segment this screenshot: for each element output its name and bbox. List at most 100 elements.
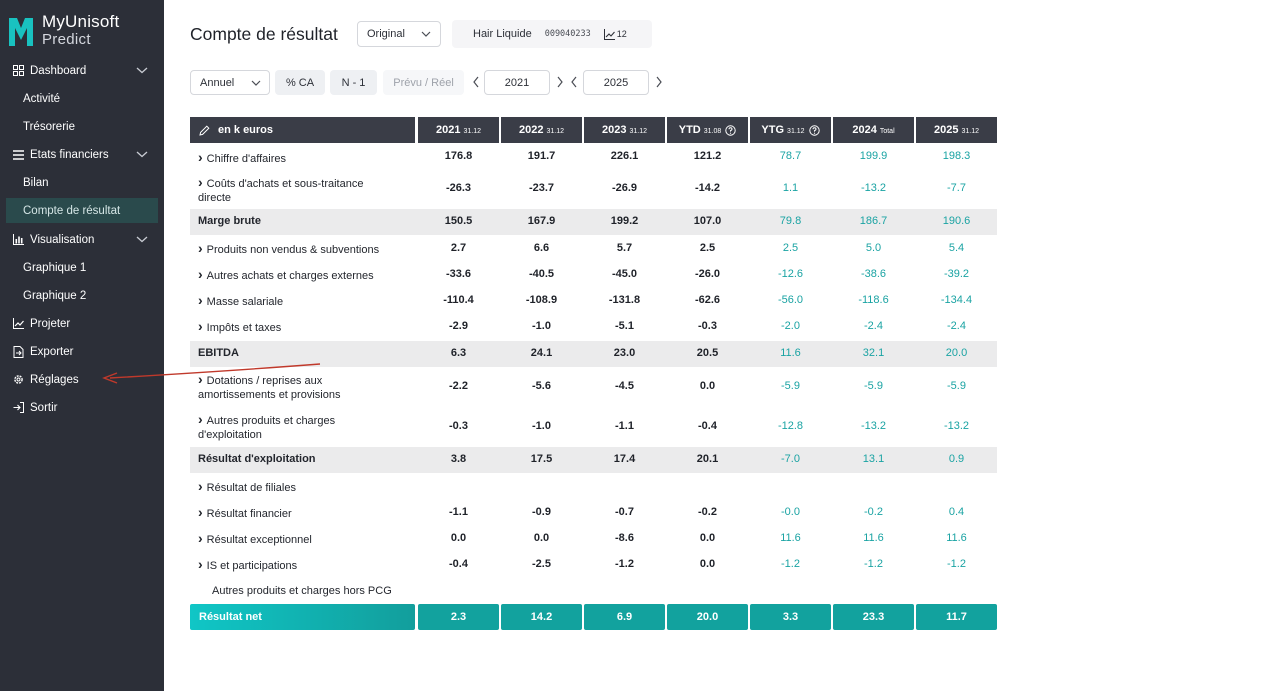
chevron-right-icon[interactable]: › xyxy=(198,531,203,545)
table-cell: 1.1 xyxy=(782,182,799,194)
chevron-right-icon[interactable]: › xyxy=(198,175,203,189)
table-row-label[interactable]: › Produits non vendus & subventions xyxy=(198,241,413,258)
net-result-cell: 11.7 xyxy=(916,604,997,630)
chevron-right-icon[interactable]: › xyxy=(198,372,203,386)
table-cell: 13.1 xyxy=(862,453,885,465)
help-icon[interactable] xyxy=(808,124,820,136)
column-header[interactable]: YTD 31.08 xyxy=(667,117,748,143)
nav-dashboard[interactable]: Dashboard xyxy=(0,58,164,83)
table-cell: -2.5 xyxy=(532,558,551,570)
column-header[interactable]: 2024 Total xyxy=(833,117,914,143)
table-row-label[interactable]: › IS et participations xyxy=(198,557,413,574)
table-cell: -26.0 xyxy=(694,268,721,280)
period-select[interactable]: Annuel xyxy=(190,70,270,95)
prevu-reel-toggle[interactable]: Prévu / Réel xyxy=(383,70,464,95)
app-logo[interactable]: MyUnisoft Predict xyxy=(7,12,157,52)
table-row-label[interactable]: › Autres produits et charges d'exploitati… xyxy=(198,412,388,442)
table-cell: -0.3 xyxy=(449,420,468,432)
table-cell: 20.5 xyxy=(696,347,719,359)
table-cell: 190.6 xyxy=(942,215,971,227)
page-title: Compte de résultat xyxy=(190,24,338,44)
chevron-right-icon[interactable]: › xyxy=(198,267,203,281)
chevron-down-icon[interactable] xyxy=(136,65,148,75)
column-header[interactable]: YTG 31.12 xyxy=(750,117,831,143)
table-row-label[interactable]: › Dotations / reprises aux amortissements… xyxy=(198,372,388,402)
nav-etats-financiers[interactable]: Etats financiers xyxy=(0,142,164,167)
row-label-text: Dotations / reprises aux amortissements … xyxy=(198,375,341,401)
company-count-value: 12 xyxy=(616,29,627,39)
table-cell: -0.4 xyxy=(449,558,468,570)
chevron-right-icon[interactable]: › xyxy=(198,557,203,571)
table-cell: 186.7 xyxy=(859,215,888,227)
column-header[interactable]: 2023 31.12 xyxy=(584,117,665,143)
table-row-label[interactable]: › Résultat de filiales xyxy=(198,479,413,496)
subtotal-row-label: Résultat d'exploitation xyxy=(198,453,413,467)
chevron-down-icon[interactable] xyxy=(136,234,148,244)
app-name: MyUnisoft xyxy=(42,12,120,31)
column-header[interactable]: 2022 31.12 xyxy=(501,117,582,143)
table-row-label[interactable]: › Autres achats et charges externes xyxy=(198,267,413,284)
nav-tresorerie-label: Trésorerie xyxy=(23,120,75,133)
nav-graphique-2[interactable]: Graphique 2 xyxy=(0,283,164,308)
column-header-date: 31.12 xyxy=(546,127,564,135)
chevron-right-icon[interactable]: › xyxy=(198,479,203,493)
table-cell: 0.0 xyxy=(450,532,467,544)
table-cell: 121.2 xyxy=(693,150,722,162)
chevron-right-icon[interactable]: › xyxy=(198,150,203,164)
nav-exporter[interactable]: Exporter xyxy=(0,339,164,364)
nav-compte-de-resultat[interactable]: Compte de résultat xyxy=(6,198,158,223)
table-row-label[interactable]: › Impôts et taxes xyxy=(198,319,413,336)
year-from-input[interactable]: 2021 xyxy=(484,70,550,95)
column-header[interactable]: 2025 31.12 xyxy=(916,117,997,143)
table-row-label[interactable]: › Masse salariale xyxy=(198,293,413,310)
table-row-label: Autres produits et charges hors PCG xyxy=(212,585,427,599)
table-cell: 226.1 xyxy=(610,150,639,162)
nav-visualisation[interactable]: Visualisation xyxy=(0,227,164,252)
chevron-right-icon[interactable]: › xyxy=(198,319,203,333)
column-header-main: 2025 xyxy=(933,124,959,136)
table-cell: -2.9 xyxy=(449,320,468,332)
table-cell: -1.1 xyxy=(615,420,634,432)
row-label-text: Coûts d'achats et sous-traitance directe xyxy=(198,178,364,204)
table-cell: -7.7 xyxy=(947,182,966,194)
nav-activite[interactable]: Activité xyxy=(0,86,164,111)
table-cell: -5.9 xyxy=(947,380,966,392)
table-cell: -0.7 xyxy=(615,506,634,518)
table-cell: 78.7 xyxy=(779,150,802,162)
table-cell: 107.0 xyxy=(693,215,722,227)
table-cell: 5.7 xyxy=(616,242,633,254)
table-row-label[interactable]: › Résultat exceptionnel xyxy=(198,531,413,548)
chevron-down-icon[interactable] xyxy=(136,149,148,159)
help-icon[interactable] xyxy=(725,124,736,136)
year-to-input[interactable]: 2025 xyxy=(583,70,649,95)
nav-reglages[interactable]: Réglages xyxy=(0,367,164,392)
table-cell: 79.8 xyxy=(779,215,802,227)
nav-projeter[interactable]: Projeter xyxy=(0,311,164,336)
chevron-right-icon[interactable]: › xyxy=(198,412,203,426)
chevron-right-icon[interactable]: › xyxy=(198,505,203,519)
nav-tresorerie[interactable]: Trésorerie xyxy=(0,114,164,139)
chevron-right-icon[interactable] xyxy=(654,75,664,89)
nav-visualisation-label: Visualisation xyxy=(30,233,95,246)
company-chip[interactable]: Hair Liquide 009040233 12 xyxy=(452,20,652,48)
table-cell: 199.9 xyxy=(859,150,888,162)
chevron-right-icon[interactable]: › xyxy=(198,293,203,307)
chevron-right-icon[interactable]: › xyxy=(198,241,203,255)
nav-reglages-label: Réglages xyxy=(30,373,79,386)
version-select[interactable]: Original xyxy=(357,21,441,47)
row-label-text: Autres produits et charges hors PCG xyxy=(212,585,392,597)
nav-sortir[interactable]: Sortir xyxy=(0,395,164,420)
nav-graphique-1[interactable]: Graphique 1 xyxy=(0,255,164,280)
table-row-label[interactable]: › Coûts d'achats et sous-traitance direct… xyxy=(198,175,388,205)
column-header[interactable]: 2021 31.12 xyxy=(418,117,499,143)
chevron-left-icon[interactable] xyxy=(471,75,481,89)
chevron-left-icon[interactable] xyxy=(569,75,579,89)
table-row-label[interactable]: › Résultat financier xyxy=(198,505,413,522)
trend-chart-icon xyxy=(12,317,25,330)
n-minus-1-toggle[interactable]: N - 1 xyxy=(330,70,377,95)
table-row-label[interactable]: › Chiffre d'affaires xyxy=(198,150,413,167)
pencil-icon[interactable] xyxy=(199,124,210,136)
nav-bilan[interactable]: Bilan xyxy=(0,170,164,195)
pct-ca-toggle[interactable]: % CA xyxy=(275,70,325,95)
chevron-right-icon[interactable] xyxy=(555,75,565,89)
